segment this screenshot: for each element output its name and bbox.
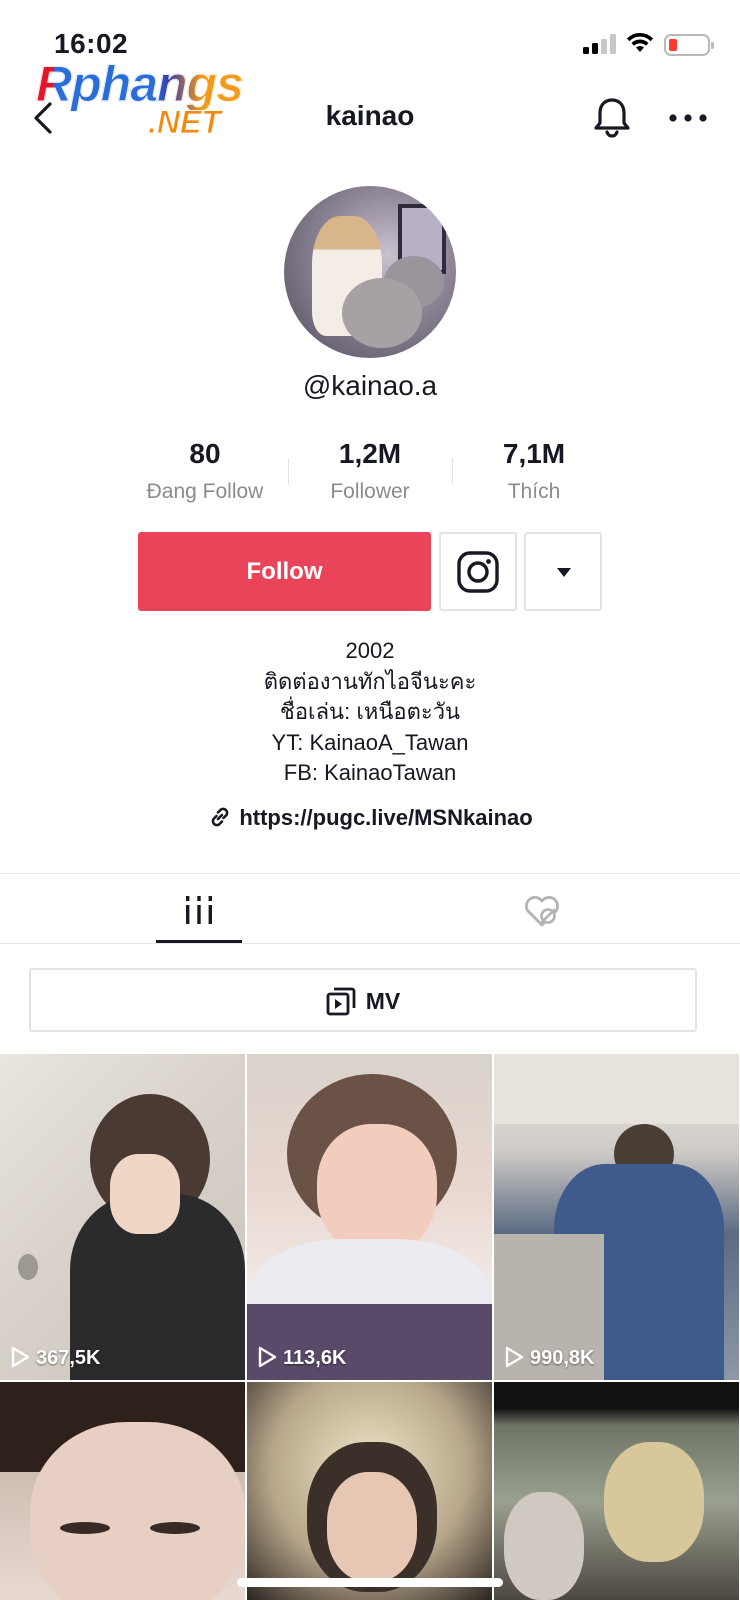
- grid-icon: [186, 896, 212, 924]
- stat-label: Đang Follow: [146, 480, 264, 503]
- more-options-icon[interactable]: [668, 108, 708, 128]
- tab-videos[interactable]: [0, 874, 370, 944]
- bell-icon[interactable]: [592, 96, 632, 138]
- bio-line: FB: KainaoTawan: [283, 760, 457, 786]
- instagram-icon: [457, 551, 499, 593]
- video-thumbnail[interactable]: 113,6K: [247, 1054, 492, 1380]
- stat-label: Follower: [330, 480, 410, 503]
- bio-line: 2002: [345, 638, 395, 663]
- video-thumbnail[interactable]: 367,5K: [0, 1054, 245, 1380]
- wifi-icon: [627, 32, 653, 52]
- video-thumbnail[interactable]: [247, 1382, 492, 1600]
- mv-icon: [326, 987, 356, 1016]
- mv-button[interactable]: MV: [29, 968, 697, 1032]
- cellular-signal-icon: [583, 34, 617, 54]
- avatar[interactable]: [284, 186, 456, 358]
- bio-link[interactable]: https://pugc.live/MSNkainao: [0, 804, 740, 831]
- instagram-button[interactable]: [439, 532, 517, 611]
- view-count: 113,6K: [257, 1346, 346, 1370]
- stat-value: 7,1M: [502, 438, 566, 469]
- stat-value: 1,2M: [338, 438, 402, 469]
- view-count: 990,8K: [504, 1346, 595, 1370]
- hidden-heart-icon: [525, 896, 559, 927]
- video-thumbnail[interactable]: [494, 1382, 739, 1600]
- bio-line: ชื่อเล่น: เหนือตะวัน: [279, 699, 461, 725]
- mv-label: MV: [365, 988, 401, 1014]
- stat-following[interactable]: 80 Đang Follow: [120, 438, 290, 504]
- stat-value: 80: [189, 438, 221, 469]
- follow-button[interactable]: Follow: [138, 532, 431, 611]
- home-indicator: [237, 1578, 503, 1587]
- bio: 2002 ติดต่องานทักไอจีนะคะ ชื่อเล่น: เหนื…: [0, 636, 740, 789]
- stat-likes: 7,1M Thích: [449, 438, 619, 504]
- bio-line: ติดต่องานทักไอจีนะคะ: [263, 668, 477, 694]
- bio-line: YT: KainaoA_Tawan: [271, 729, 469, 755]
- caret-down-icon: [557, 568, 571, 577]
- stat-label: Thích: [507, 480, 561, 503]
- suggested-accounts-dropdown-button[interactable]: [524, 532, 602, 611]
- play-icon: [11, 1346, 30, 1368]
- battery-icon: [664, 34, 714, 56]
- play-icon: [505, 1346, 524, 1368]
- bio-link-text: https://pugc.live/MSNkainao: [239, 805, 533, 830]
- stat-followers[interactable]: 1,2M Follower: [285, 438, 455, 504]
- tab-liked-hidden[interactable]: [370, 874, 740, 944]
- link-icon: [211, 807, 229, 827]
- view-count: 367,5K: [10, 1346, 101, 1370]
- video-thumbnail[interactable]: 990,8K: [494, 1054, 739, 1380]
- username-handle: @kainao.a: [302, 370, 438, 401]
- play-icon: [258, 1346, 277, 1368]
- video-thumbnail[interactable]: [0, 1382, 245, 1600]
- divider: [0, 943, 740, 944]
